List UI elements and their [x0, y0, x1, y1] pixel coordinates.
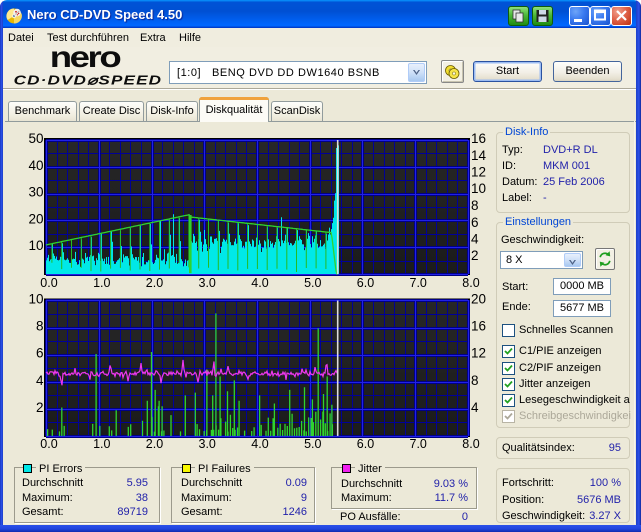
- svg-text:7.0: 7.0: [410, 276, 427, 290]
- svg-text:10: 10: [28, 238, 43, 253]
- svg-text:4: 4: [471, 232, 479, 247]
- svg-text:5.0: 5.0: [304, 437, 321, 451]
- svg-text:1.0: 1.0: [93, 437, 110, 451]
- svg-text:7.0: 7.0: [410, 437, 427, 451]
- svg-text:20: 20: [471, 292, 486, 307]
- svg-text:8.0: 8.0: [462, 437, 479, 451]
- svg-text:16: 16: [471, 319, 486, 334]
- svg-text:14: 14: [471, 148, 487, 163]
- svg-text:10: 10: [471, 181, 486, 196]
- svg-text:12: 12: [471, 346, 486, 361]
- svg-text:4: 4: [36, 373, 44, 388]
- svg-text:0.0: 0.0: [40, 437, 57, 451]
- svg-text:50: 50: [28, 131, 43, 146]
- svg-text:40: 40: [28, 158, 43, 173]
- svg-text:0.0: 0.0: [40, 276, 57, 290]
- svg-text:2.0: 2.0: [146, 437, 163, 451]
- svg-text:8: 8: [36, 319, 44, 334]
- svg-text:6.0: 6.0: [357, 437, 374, 451]
- svg-text:20: 20: [28, 211, 43, 226]
- svg-text:2.0: 2.0: [146, 276, 163, 290]
- svg-text:16: 16: [471, 131, 486, 146]
- svg-text:2: 2: [36, 400, 44, 415]
- svg-text:6: 6: [36, 346, 44, 361]
- svg-text:8.0: 8.0: [462, 276, 479, 290]
- svg-text:3.0: 3.0: [199, 437, 216, 451]
- svg-text:4: 4: [471, 400, 479, 415]
- svg-text:30: 30: [28, 185, 43, 200]
- svg-text:5.0: 5.0: [304, 276, 321, 290]
- svg-text:4.0: 4.0: [251, 276, 268, 290]
- svg-text:6.0: 6.0: [357, 276, 374, 290]
- svg-text:6: 6: [471, 215, 479, 230]
- svg-text:2: 2: [471, 248, 479, 263]
- svg-text:8: 8: [471, 198, 479, 213]
- svg-text:1.0: 1.0: [93, 276, 110, 290]
- svg-text:8: 8: [471, 373, 479, 388]
- svg-text:4.0: 4.0: [251, 437, 268, 451]
- svg-text:12: 12: [471, 165, 486, 180]
- svg-text:10: 10: [28, 292, 43, 307]
- svg-text:3.0: 3.0: [199, 276, 216, 290]
